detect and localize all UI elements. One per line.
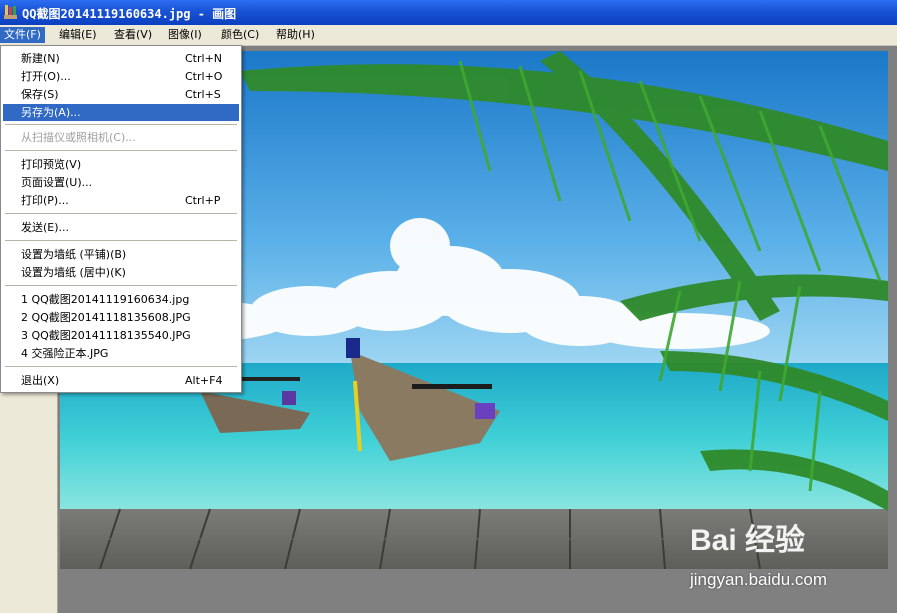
menu-image[interactable]: 图像(I) <box>164 27 206 43</box>
menu-help[interactable]: 帮助(H) <box>272 27 319 43</box>
menu-separator <box>5 213 237 214</box>
title-bar: QQ截图20141119160634.jpg - 画图 <box>0 0 897 25</box>
paint-app-icon <box>4 5 17 19</box>
file-menu-save[interactable]: 保存(S) Ctrl+S <box>3 86 239 103</box>
file-menu-scanner: 从扫描仪或照相机(C)... <box>21 131 136 144</box>
menu-separator <box>5 285 237 286</box>
file-menu-recent-1[interactable]: 1 QQ截图20141119160634.jpg <box>3 291 239 308</box>
menu-colors[interactable]: 颜色(C) <box>217 27 263 43</box>
file-menu-wallpaper-center[interactable]: 设置为墙纸 (居中)(K) <box>3 264 239 281</box>
watermark-url: jingyan.baidu.com <box>690 570 828 589</box>
menu-separator <box>5 366 237 367</box>
menu-file[interactable]: 文件(F) <box>0 27 45 43</box>
menu-bar: 文件(F) 编辑(E) 查看(V) 图像(I) 颜色(C) 帮助(H) <box>0 25 897 46</box>
file-menu-send[interactable]: 发送(E)... <box>3 219 239 236</box>
window-title: QQ截图20141119160634.jpg - 画图 <box>22 7 237 21</box>
file-menu-new[interactable]: 新建(N) Ctrl+N <box>3 50 239 67</box>
menu-separator <box>5 240 237 241</box>
menu-view[interactable]: 查看(V) <box>110 27 156 43</box>
file-menu-print-preview[interactable]: 打印预览(V) <box>3 156 239 173</box>
menu-separator <box>5 124 237 125</box>
file-menu-open[interactable]: 打开(O)... Ctrl+O <box>3 68 239 85</box>
file-menu-save-as[interactable]: 另存为(A)... <box>3 104 239 121</box>
file-menu-exit[interactable]: 退出(X) Alt+F4 <box>3 372 239 389</box>
baidu-watermark: Bai 经验 jingyan.baidu.com <box>690 515 890 595</box>
watermark-brand: Bai 经验 <box>690 524 806 557</box>
menu-separator <box>5 150 237 151</box>
file-menu-page-setup[interactable]: 页面设置(U)... <box>3 174 239 191</box>
file-menu-dropdown: 新建(N) Ctrl+N 打开(O)... Ctrl+O 保存(S) Ctrl+S 另… <box>0 45 242 393</box>
menu-edit[interactable]: 编辑(E) <box>55 27 101 43</box>
file-menu-recent-3[interactable]: 3 QQ截图20141118135540.JPG <box>3 327 239 344</box>
file-menu-recent-2[interactable]: 2 QQ截图20141118135608.JPG <box>3 309 239 326</box>
file-menu-wallpaper-tile[interactable]: 设置为墙纸 (平铺)(B) <box>3 246 239 263</box>
file-menu-recent-4[interactable]: 4 交强险正本.JPG <box>3 345 239 362</box>
file-menu-print[interactable]: 打印(P)... Ctrl+P <box>3 192 239 209</box>
